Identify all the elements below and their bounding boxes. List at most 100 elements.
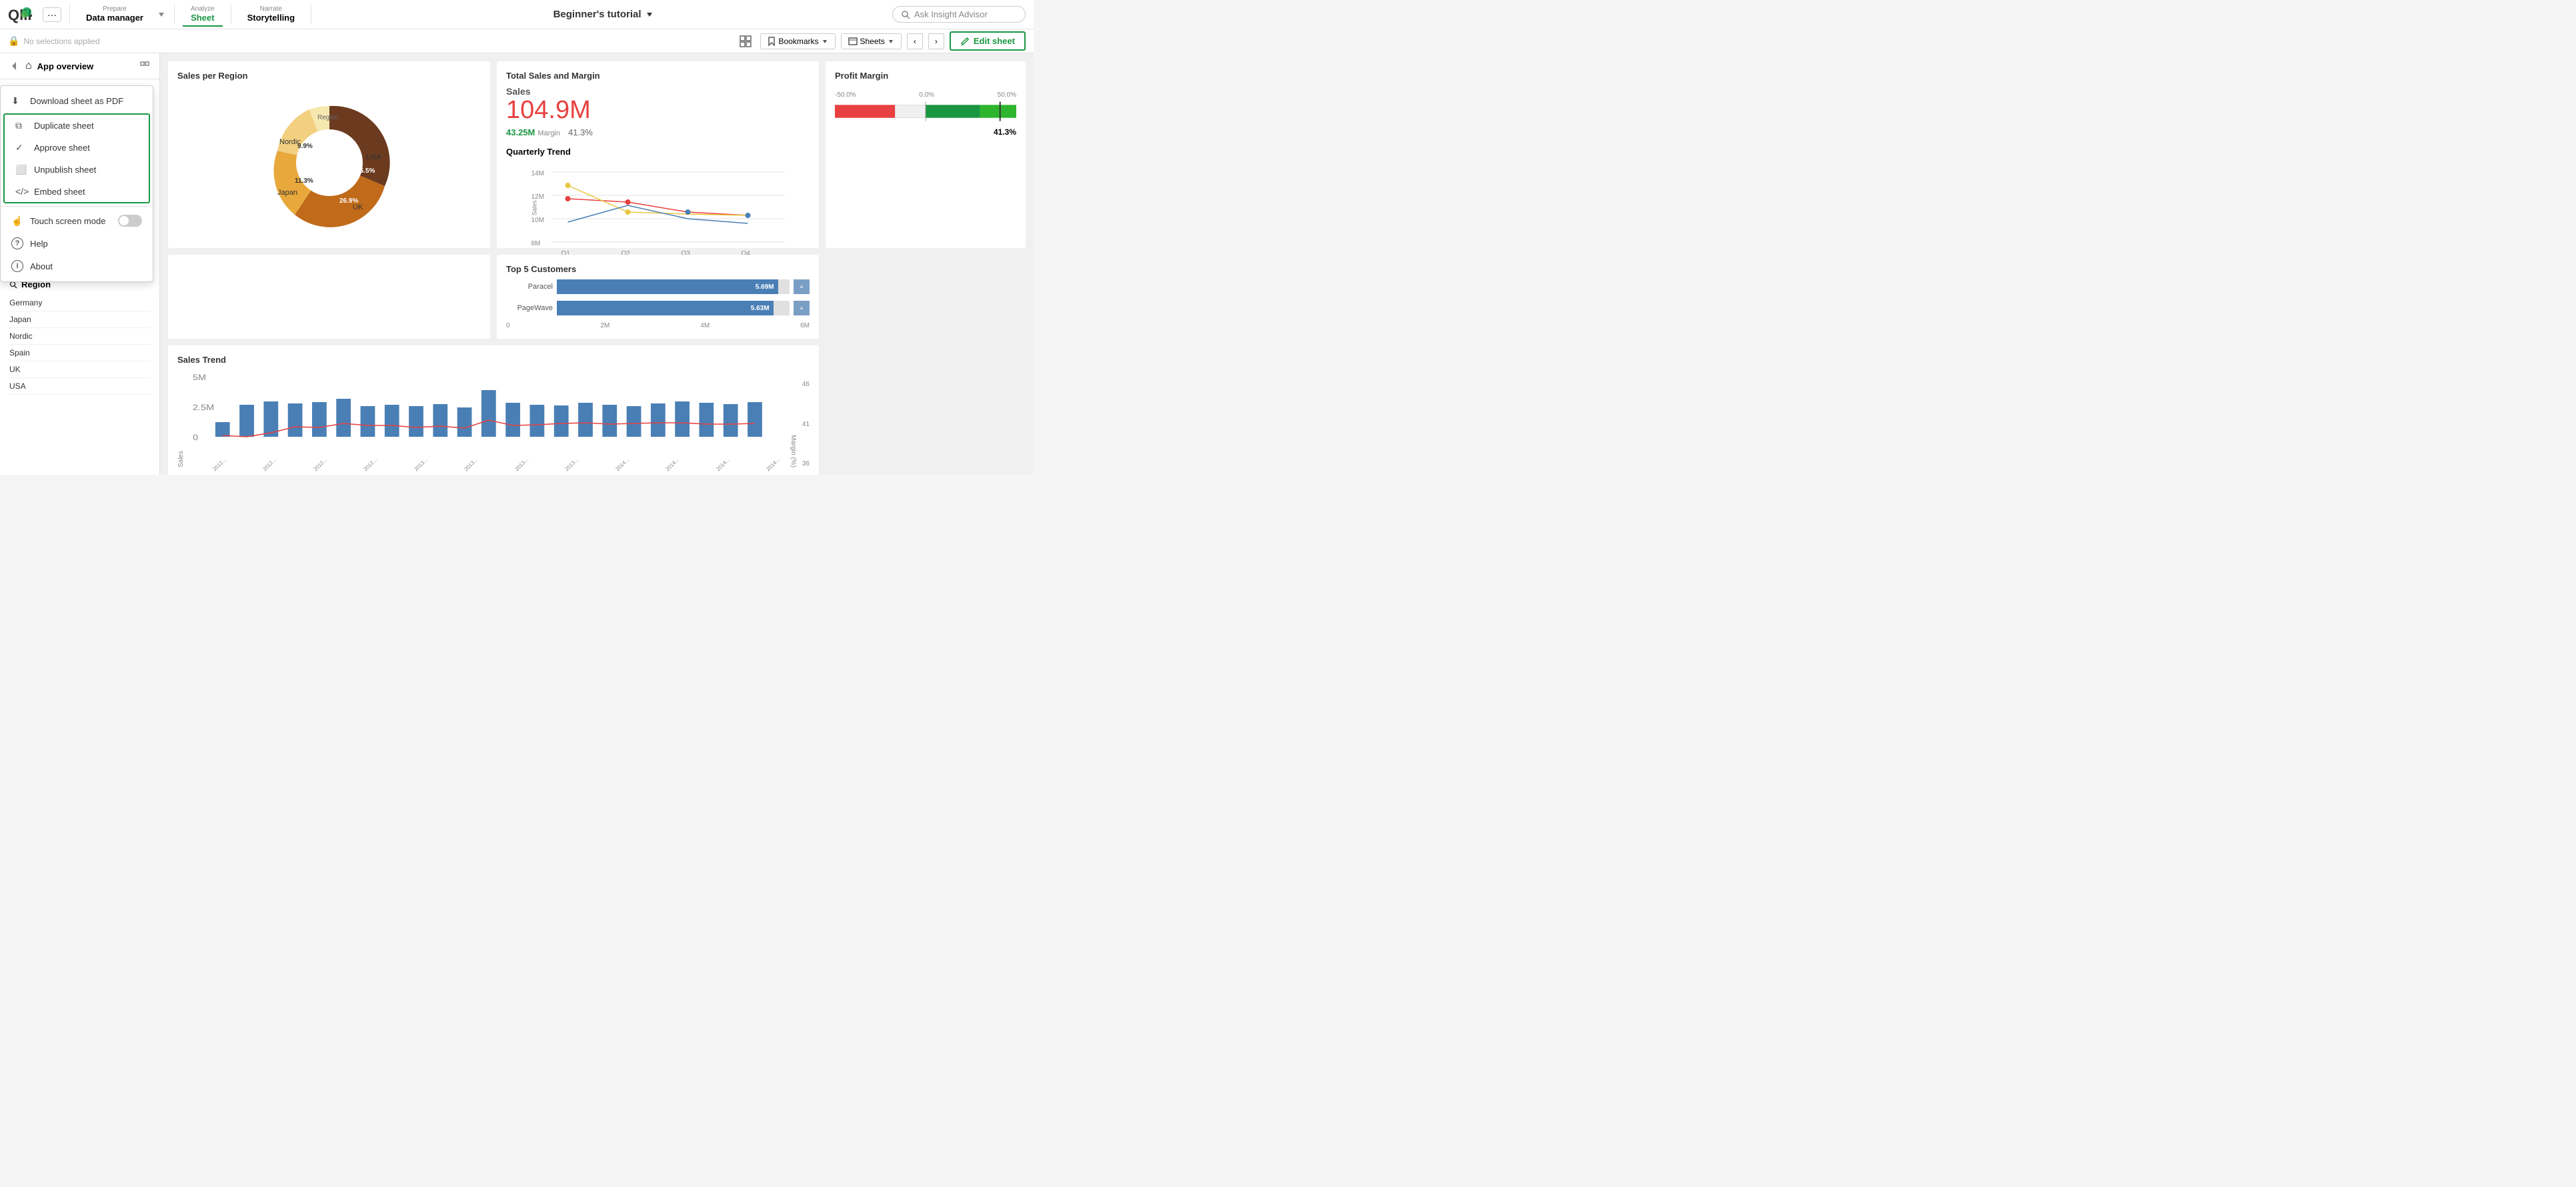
duplicate-sheet-item[interactable]: ⧉ Duplicate sheet <box>5 115 149 137</box>
bar-bg-paracel: 5.69M <box>557 279 790 294</box>
unpublish-sheet-item[interactable]: ⬜ Unpublish sheet <box>5 159 149 181</box>
bar-label-pagewave: PageWave <box>506 304 553 312</box>
margin-value: 43.25M <box>506 127 535 137</box>
bar-val-paracel: 5.69M <box>756 283 774 291</box>
margin-pct: 41.3% <box>568 127 593 137</box>
nav-segment-narrate[interactable]: Narrate Storytelling <box>239 3 303 27</box>
extra-chart-card <box>168 255 490 339</box>
touch-screen-item[interactable]: ☝ Touch screen mode <box>1 209 153 232</box>
bar-axis-2m: 2M <box>600 322 609 329</box>
bookmarks-chevron-icon <box>822 38 828 45</box>
profit-bar-svg <box>835 101 1016 121</box>
bar-icon-pagewave: ≡ <box>794 301 810 315</box>
qlik-logo: Qlik <box>8 5 32 24</box>
filter-item-uk[interactable]: UK <box>9 361 150 378</box>
nav-segment-analyze[interactable]: Analyze Sheet <box>183 3 223 27</box>
svg-text:Sales: Sales <box>531 200 538 215</box>
bar-fill-pagewave: 5.63M <box>557 301 774 315</box>
toolbar-right: Bookmarks Sheets ‹ › Edit sheet <box>736 31 1026 51</box>
sheets-button[interactable]: Sheets <box>841 33 902 49</box>
bar-bg-pagewave: 5.63M <box>557 301 790 315</box>
embed-icon: </> <box>15 186 27 197</box>
bar-axis-4m: 4M <box>700 322 710 329</box>
more-options-button[interactable]: ··· <box>43 7 61 22</box>
sheets-icon <box>848 37 858 45</box>
unpublish-icon: ⬜ <box>15 164 27 175</box>
download-icon: ⬇ <box>11 95 23 107</box>
sales-per-region-title: Sales per Region <box>177 71 481 81</box>
svg-text:5M: 5M <box>193 373 206 382</box>
x-label-6: 2013... <box>513 457 529 473</box>
edit-sheet-button[interactable]: Edit sheet <box>950 31 1026 51</box>
bar-chart: Paracel 5.69M ≡ PageWave 5.63M <box>506 279 810 329</box>
prev-sheet-button[interactable]: ‹ <box>907 33 923 49</box>
quarterly-title: Quarterly Trend <box>506 147 810 157</box>
filter-item-germany[interactable]: Germany <box>9 295 150 311</box>
about-item[interactable]: i About <box>1 255 153 277</box>
narrate-label: Narrate <box>260 5 282 13</box>
help-item[interactable]: ? Help <box>1 232 153 255</box>
duplicate-icon: ⧉ <box>15 120 27 131</box>
x-label-4: 2013... <box>413 457 429 473</box>
nav-segment-prepare[interactable]: Prepare Data manager <box>78 3 151 27</box>
bar-val-pagewave: 5.63M <box>751 305 770 312</box>
sidebar-left-arrow-icon <box>9 61 20 71</box>
svg-text:11.3%: 11.3% <box>295 177 313 185</box>
no-selections-text: No selections applied <box>23 37 99 46</box>
grid-view-button[interactable] <box>736 32 755 51</box>
grid-icon <box>740 35 752 47</box>
prepare-main: Data manager <box>86 13 143 23</box>
sidebar-header: ⌂ App overview <box>0 53 159 79</box>
toolbar: 🔒 No selections applied Bookmarks Sheets… <box>0 29 1034 53</box>
profit-axis-mid: 0.0% <box>919 91 934 99</box>
qlik-logo-svg: Qlik <box>8 5 32 24</box>
sales-margin-axis-label: Margin (%) <box>790 435 797 467</box>
embed-sheet-item[interactable]: </> Embed sheet <box>5 181 149 202</box>
analyze-main: Sheet <box>191 13 214 23</box>
svg-text:45.5%: 45.5% <box>356 167 375 175</box>
filter-panel: Region Germany Japan Nordic Spain UK USA <box>0 273 159 475</box>
filter-item-spain[interactable]: Spain <box>9 345 150 361</box>
profit-margin-title: Profit Margin <box>835 71 1016 81</box>
total-sales-card: Total Sales and Margin Sales 104.9M 43.2… <box>497 61 819 248</box>
sales-kpi-label: Sales <box>506 86 810 97</box>
svg-text:2.5M: 2.5M <box>193 403 214 412</box>
sales-y-axis-label: Sales <box>177 451 185 467</box>
right-axis-41: 41 <box>802 421 810 428</box>
search-bar[interactable]: Ask Insight Advisor <box>892 6 1026 23</box>
bookmarks-button[interactable]: Bookmarks <box>760 33 835 49</box>
svg-text:Japan: Japan <box>277 189 297 197</box>
filter-item-nordic[interactable]: Nordic <box>9 328 150 345</box>
embed-sheet-label: Embed sheet <box>34 187 85 197</box>
svg-text:26.9%: 26.9% <box>339 197 358 205</box>
top-navigation: Qlik ··· Prepare Data manager Analyze Sh… <box>0 0 1034 29</box>
approve-sheet-item[interactable]: ✓ Approve sheet <box>5 137 149 159</box>
profit-margin-card: Profit Margin -50.0% 0.0% 50.0% 41.3% <box>826 61 1026 248</box>
top5-customers-card: Top 5 Customers Paracel 5.69M ≡ PageWave <box>497 255 819 339</box>
profit-axis-min: -50.0% <box>835 91 856 99</box>
selections-lock-icon: 🔒 <box>8 35 19 47</box>
sidebar-expand-icon[interactable] <box>139 61 150 71</box>
profit-axis: -50.0% 0.0% 50.0% <box>835 91 1016 99</box>
about-icon: i <box>11 260 23 272</box>
search-placeholder: Ask Insight Advisor <box>914 9 988 19</box>
filter-item-japan[interactable]: Japan <box>9 311 150 328</box>
help-icon: ? <box>11 237 23 249</box>
x-label-7: 2013... <box>564 457 580 473</box>
touch-icon: ☝ <box>11 215 23 227</box>
x-label-10: 2014... <box>715 457 731 473</box>
filter-item-usa[interactable]: USA <box>9 378 150 395</box>
sales-trend-container: Sales 5M 2.5M 0 <box>177 370 810 467</box>
bar-row-paracel: Paracel 5.69M ≡ <box>506 279 810 294</box>
dropdown-menu: ⬇ Download sheet as PDF ⧉ Duplicate shee… <box>0 85 153 282</box>
bar-axis: 0 2M 4M 6M <box>506 322 810 329</box>
next-sheet-button[interactable]: › <box>928 33 944 49</box>
svg-text:14M: 14M <box>531 170 544 177</box>
quarterly-trend-svg: 14M 12M 10M 8M <box>506 162 810 269</box>
right-axis-36: 36 <box>802 460 810 467</box>
touch-screen-toggle[interactable] <box>118 215 142 227</box>
download-sheet-item[interactable]: ⬇ Download sheet as PDF <box>1 90 153 112</box>
prepare-chevron-icon[interactable] <box>157 10 166 19</box>
sales-kpi-value: 104.9M <box>506 97 810 125</box>
svg-text:9.9%: 9.9% <box>297 143 313 150</box>
